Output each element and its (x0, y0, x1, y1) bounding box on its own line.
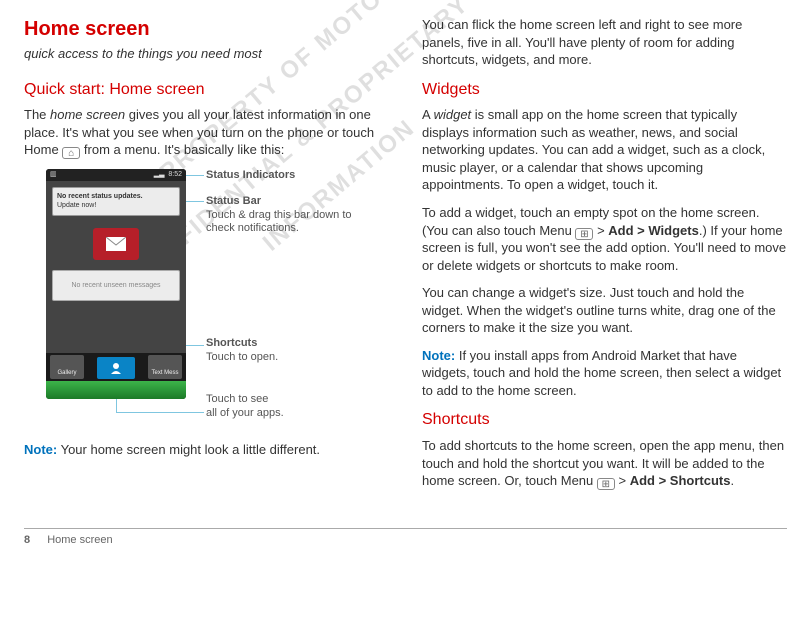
callout-label: Status Bar (206, 195, 376, 209)
dock-app-textmess: Text Mess (148, 355, 182, 379)
status-left-icons: ▥ (50, 170, 57, 179)
page-number: 8 (24, 534, 30, 546)
envelope-icon (106, 237, 126, 251)
note-label: Note: (24, 442, 57, 457)
menu-icon (597, 478, 615, 490)
phone-status-bar: ▥ ▂▃ 8:52 (46, 169, 186, 181)
shortcuts-paragraph-1: To add shortcuts to the home screen, ope… (422, 437, 787, 490)
page-footer: 8 Home screen (24, 528, 787, 548)
left-column: Home screen quick access to the things y… (24, 16, 394, 500)
term-widget: widget (434, 107, 472, 122)
status-widget-line1: No recent status updates. (57, 192, 175, 201)
menu-path: Add > Shortcuts (630, 473, 731, 488)
person-icon (109, 362, 123, 374)
widgets-paragraph-1: A widget is small app on the home screen… (422, 106, 787, 194)
phone-dock: Gallery Text Mess (46, 353, 186, 381)
note-text: Your home screen might look a little dif… (57, 442, 320, 457)
leader-line (186, 345, 204, 346)
status-time: 8:52 (168, 171, 182, 178)
dock-all-apps-button (97, 357, 135, 379)
text: > (615, 473, 630, 488)
widgets-note-paragraph: Note: If you install apps from Android M… (422, 347, 787, 400)
phone-mockup: ▥ ▂▃ 8:52 No recent status updates. Upda… (46, 169, 186, 399)
callout-status-indicators: Status Indicators (206, 169, 295, 183)
menu-icon (575, 228, 593, 240)
section-quickstart-paragraph: The home screen gives you all your lates… (24, 106, 394, 159)
status-widget-line2: Update now! (57, 201, 175, 210)
phone-bottom-bar (46, 381, 186, 399)
phone-illustration-area: ▥ ▂▃ 8:52 No recent status updates. Upda… (46, 169, 394, 429)
text: > (593, 223, 608, 238)
callout-apps: Touch to see all of your apps. (206, 393, 284, 421)
mail-icon-tile (93, 228, 139, 260)
phone-body: No recent status updates. Update now! No… (46, 181, 186, 381)
callout-label: Status Indicators (206, 169, 295, 181)
section-quickstart-heading: Quick start: Home screen (24, 79, 394, 101)
text: The (24, 107, 50, 122)
widgets-paragraph-2: To add a widget, touch an empty spot on … (422, 204, 787, 274)
note-label: Note: (422, 348, 455, 363)
widgets-paragraph-3: You can change a widget's size. Just tou… (422, 284, 787, 337)
dock-app-gallery: Gallery (50, 355, 84, 379)
phone-status-widget: No recent status updates. Update now! (52, 187, 180, 216)
callout-desc: Touch to open. (206, 351, 278, 365)
leader-line (116, 412, 204, 413)
right-intro-paragraph: You can flick the home screen left and r… (422, 16, 787, 69)
callout-status-bar: Status Bar Touch & drag this bar down to… (206, 195, 376, 236)
page-columns: Home screen quick access to the things y… (24, 16, 787, 500)
callout-desc: Touch & drag this bar down to check noti… (206, 209, 376, 237)
page-title: Home screen (24, 16, 394, 43)
callout-shortcuts: Shortcuts Touch to open. (206, 337, 278, 365)
page-footer-label: Home screen (47, 534, 112, 546)
text: A (422, 107, 434, 122)
text: is small app on the home screen that typ… (422, 107, 765, 192)
messages-widget: No recent unseen messages (52, 270, 180, 301)
right-column: You can flick the home screen left and r… (422, 16, 787, 500)
callout-label: Shortcuts (206, 337, 278, 351)
section-shortcuts-heading: Shortcuts (422, 409, 787, 431)
home-icon (62, 147, 80, 159)
page-subtitle: quick access to the things you need most (24, 45, 394, 63)
section-widgets-heading: Widgets (422, 79, 787, 101)
term-home-screen: home screen (50, 107, 125, 122)
menu-path: Add > Widgets (608, 223, 699, 238)
status-right: ▂▃ 8:52 (154, 170, 182, 179)
leader-line (186, 175, 204, 176)
text: from a menu. It's basically like this: (80, 142, 284, 157)
note-text: If you install apps from Android Market … (422, 348, 781, 398)
text: . (730, 473, 734, 488)
note-paragraph: Note: Your home screen might look a litt… (24, 441, 394, 459)
leader-line (186, 201, 204, 202)
